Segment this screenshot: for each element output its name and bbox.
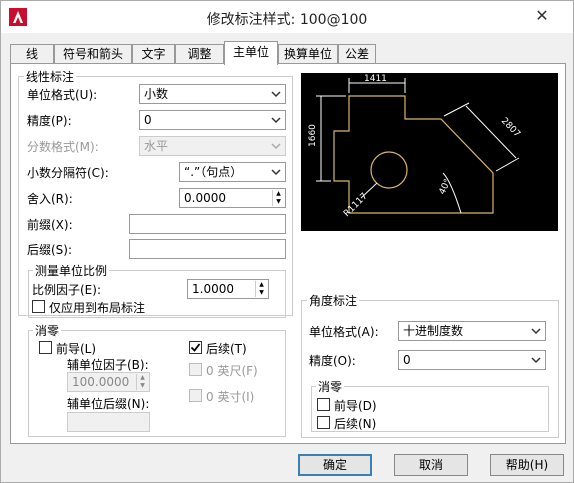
angular-leading-checkbox[interactable] [317,398,330,411]
zero-inch-checkbox [189,389,202,402]
sub-unit-suffix-input [67,412,150,432]
sub-unit-factor-value: 100.0000 [72,375,130,389]
sub-unit-suffix-label: 辅单位后缀(N): [67,397,150,411]
chevron-down-icon [531,357,541,364]
scale-factor-input[interactable]: 1.0000 ▲ ▼ [187,279,269,299]
chevron-down-icon [271,143,281,150]
prefix-input[interactable] [129,214,286,234]
sub-unit-factor-spinner: ▲ ▼ [136,374,148,390]
scale-factor-spinner[interactable]: ▲ ▼ [255,281,267,297]
tab-text[interactable]: 文字 [132,44,175,64]
chevron-down-icon [271,117,281,124]
close-button[interactable]: ✕ [529,5,555,27]
tab-tolerances[interactable]: 公差 [338,44,376,64]
decimal-separator-label: 小数分隔符(C): [27,166,109,180]
ext-line-diag-top [443,102,470,117]
zero-suppression-title: 消零 [33,322,62,339]
angular-precision-select[interactable]: 0 [398,350,546,370]
dim-text-left: 1660 [308,124,318,147]
preview-pane: 1411 1660 2807 40° R1117 [301,73,558,231]
cancel-button[interactable]: 取消 [394,454,468,476]
angular-unit-format-value: 十进制度数 [403,324,464,338]
measure-scale-title: 测量单位比例 [33,262,110,279]
chevron-down-icon [531,328,541,335]
unit-format-value: 小数 [144,87,169,101]
angular-unit-format-label: 单位格式(A): [309,325,379,339]
angular-precision-value: 0 [403,353,411,367]
scale-factor-label: 比例因子(E): [32,283,101,297]
decimal-separator-select[interactable]: “.”（句点） [179,162,286,182]
unit-format-select[interactable]: 小数 [139,84,286,104]
suffix-label: 后缀(S): [27,243,73,257]
tab-panel-primary-units: 线性标注 单位格式(U): 小数 精度(P): 0 分数格式(M): 水平 小数… [10,63,566,444]
dim-text-diagonal: 2807 [499,116,522,139]
fraction-format-select: 水平 [139,136,286,156]
chevron-down-icon [271,91,281,98]
angular-precision-label: 精度(O): [309,354,356,368]
checkmark-icon [190,343,201,352]
prefix-label: 前缀(X): [27,218,73,232]
title-bar: 修改标注样式: 100@100 ✕ [1,1,573,33]
tab-symbols-arrows[interactable]: 符号和箭头 [54,44,132,64]
tab-primary-units[interactable]: 主单位 [224,41,278,65]
ext-line-diag-bottom [495,157,520,172]
round-off-input[interactable]: 0.0000 ▲ ▼ [179,188,286,208]
leading-zero-checkbox[interactable] [39,341,52,354]
sub-unit-factor-input: 100.0000 ▲ ▼ [67,372,150,392]
ok-button[interactable]: 确定 [298,454,372,476]
fraction-format-label: 分数格式(M): [27,140,99,154]
dim-text-top: 1411 [364,74,387,84]
fraction-format-value: 水平 [144,139,169,153]
scale-factor-value: 1.0000 [192,282,234,296]
precision-label: 精度(P): [27,114,72,128]
angular-group-title: 角度标注 [307,292,360,309]
round-off-value: 0.0000 [184,191,226,205]
trailing-zero-label: 后续(T) [206,342,247,356]
linear-group-title: 线性标注 [24,68,77,85]
dimension-preview-drawing: 1411 1660 2807 40° R1117 [308,74,522,219]
unit-format-label: 单位格式(U): [27,88,98,102]
precision-select[interactable]: 0 [139,110,286,130]
angular-trailing-checkbox[interactable] [317,416,330,429]
dim-text-radius: R1117 [342,191,370,219]
angular-zero-title: 消零 [316,378,345,395]
suffix-input[interactable] [129,239,286,259]
layout-only-checkbox[interactable] [32,300,45,313]
help-button[interactable]: 帮助(H) [490,454,564,476]
preview-hole [370,151,408,189]
angular-trailing-label: 后续(N) [334,417,377,431]
leading-zero-label: 前导(L) [56,342,97,356]
zero-feet-label: 0 英尺(F) [206,364,258,378]
window-title: 修改标注样式: 100@100 [206,12,368,28]
angular-leading-label: 前导(D) [334,399,377,413]
chevron-down-icon [271,169,281,176]
tab-fit[interactable]: 调整 [175,44,224,64]
sub-unit-factor-label: 辅单位因子(B): [67,358,149,372]
round-off-spinner[interactable]: ▲ ▼ [272,190,284,206]
decimal-separator-value: “.”（句点） [184,165,243,179]
zero-feet-checkbox [189,363,202,376]
dialog-window: 修改标注样式: 100@100 ✕ 线 符号和箭头 文字 调整 主单位 换算单位… [0,0,574,483]
tab-lines[interactable]: 线 [10,44,54,64]
angular-unit-format-select[interactable]: 十进制度数 [398,321,546,341]
layout-only-label: 仅应用到布局标注 [49,301,146,315]
preview-dimensions [316,78,520,214]
zero-inch-label: 0 英寸(I) [206,390,255,404]
round-off-label: 舍入(R): [27,192,73,206]
trailing-zero-checkbox[interactable] [189,341,202,354]
tab-alternate-units[interactable]: 换算单位 [278,44,338,64]
precision-value: 0 [144,113,152,127]
